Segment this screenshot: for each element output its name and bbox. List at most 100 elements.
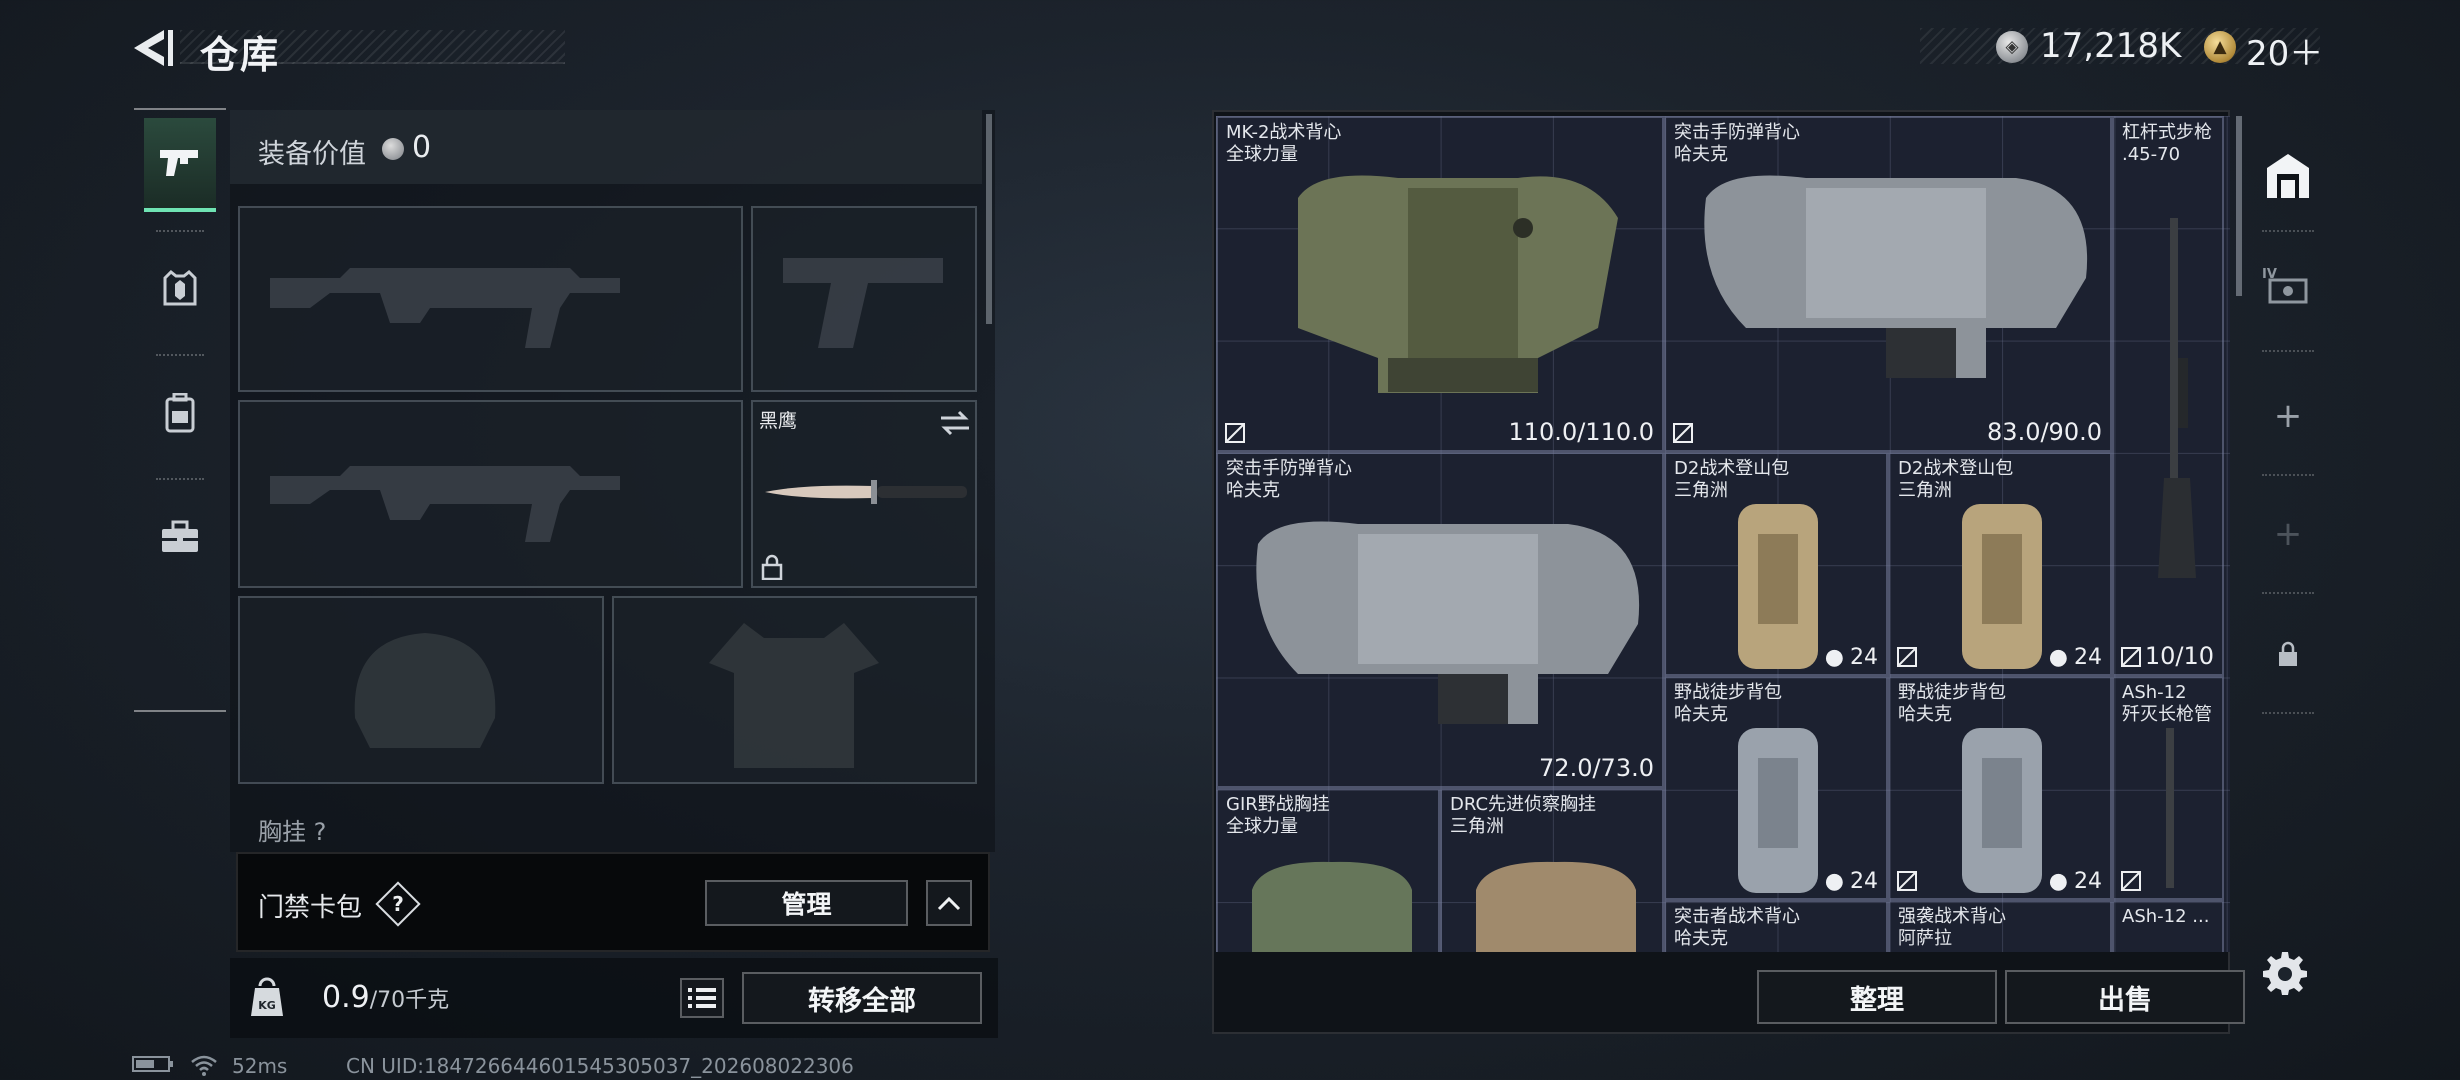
nav-toolbox-tab[interactable] <box>144 490 216 584</box>
item-name: 突击手防弹背心 哈夫克 <box>1226 458 1352 502</box>
pistol-icon <box>160 150 198 176</box>
svg-text:KG: KG <box>258 999 276 1012</box>
storage-item[interactable]: 突击手防弹背心 哈夫克 83.0/90.0 <box>1664 116 2112 452</box>
storage-item[interactable]: ASh-12 歼灭长枪管 <box>2112 676 2224 900</box>
helmet-silhouette-icon <box>354 633 496 748</box>
item-sub-line: 哈夫克 <box>1898 704 1952 725</box>
storage-item[interactable]: 杠杆式步枪 .45-70 10/10 <box>2112 116 2224 676</box>
item-sub-line: 三角洲 <box>1674 480 1728 501</box>
weight-current: 0.9 <box>322 980 370 1015</box>
armor-vest-icon <box>163 270 197 306</box>
storage-page-rail: IV + + <box>2254 116 2322 716</box>
backpack-icon <box>165 393 195 433</box>
item-sub-line: 哈夫克 <box>1226 480 1280 501</box>
storage-item[interactable]: D2战术登山包 三角洲 ● 24 <box>1664 452 1888 676</box>
locked-storage-tab[interactable] <box>2258 624 2318 684</box>
no-insurance-icon <box>1897 647 1917 667</box>
loadout-scrollbar[interactable] <box>986 114 992 324</box>
tactical-vest-image <box>1298 175 1618 393</box>
storage-item[interactable]: 突击者战术背心 哈夫克 <box>1664 900 1888 952</box>
gear-icon[interactable] <box>2262 950 2308 996</box>
transfer-all-button[interactable]: 转移全部 <box>742 972 982 1024</box>
manage-button[interactable]: 管理 <box>705 880 908 926</box>
kg-weight-icon: KG <box>250 976 284 1018</box>
swap-arrows-icon[interactable] <box>939 410 971 436</box>
primary-weapon-slot[interactable] <box>238 206 743 392</box>
storage-expansion-icon: IV <box>2262 267 2308 304</box>
item-durability: 83.0/90.0 <box>1987 418 2102 446</box>
chest-rig-section-title: 胸挂 ? <box>258 818 327 846</box>
item-ammo-count: 10/10 <box>2144 642 2214 670</box>
storage-item[interactable]: 强袭战术背心 阿萨拉 <box>1888 900 2112 952</box>
item-name-line: 野战徒步背包 <box>1898 682 2006 703</box>
item-sub-line: 全球力量 <box>1226 816 1298 837</box>
equipment-value-label: 装备价值 <box>258 139 366 170</box>
equipment-value: 0 <box>412 130 432 165</box>
item-name-line: GIR野战胸挂 <box>1226 794 1330 815</box>
capacity-value: 24 <box>2074 645 2102 670</box>
capacity-value: 24 <box>1850 645 1878 670</box>
expand-button[interactable] <box>926 880 972 926</box>
list-view-button[interactable] <box>680 978 724 1018</box>
item-name: ASh-12 ... <box>2122 906 2209 928</box>
item-sub-line: .45-70 <box>2122 144 2181 165</box>
armor-silhouette-icon <box>709 623 879 768</box>
no-insurance-icon <box>1225 423 1245 443</box>
sell-button[interactable]: 出售 <box>2005 970 2245 1024</box>
item-name-line: 杠杆式步枪 <box>2122 122 2212 143</box>
nav-weapons-tab[interactable] <box>144 118 216 212</box>
body-armor-slot[interactable] <box>612 596 977 784</box>
barrel-image <box>2166 728 2174 888</box>
item-sub-line: 歼灭长枪管 <box>2122 704 2212 725</box>
lever-rifle-image <box>2158 218 2196 578</box>
gold-coin-icon: ▲ <box>2204 31 2236 63</box>
storage-item[interactable]: MK-2战术背心 全球力量 110.0/110.0 <box>1216 116 1664 452</box>
storage-item[interactable]: DRC先进侦察胸挂 三角洲 <box>1440 788 1664 952</box>
melee-slot[interactable]: 黑鹰 <box>751 400 977 588</box>
secondary-weapon-slot[interactable] <box>238 400 743 588</box>
warehouse-icon <box>2267 154 2309 198</box>
gold-currency-amount[interactable]: 20＋ <box>2246 26 2323 75</box>
list-icon <box>688 988 716 1008</box>
item-name-line: DRC先进侦察胸挂 <box>1450 794 1597 815</box>
nav-backpack-tab[interactable] <box>144 366 216 460</box>
no-insurance-icon <box>1897 871 1917 891</box>
storage-item[interactable]: GIR野战胸挂 全球力量 <box>1216 788 1440 952</box>
item-sub-line: 三角洲 <box>1898 480 1952 501</box>
pistol-slot[interactable] <box>751 206 977 392</box>
page-title: 仓库 <box>200 33 281 77</box>
capacity-value: 24 <box>2074 869 2102 894</box>
item-name: DRC先进侦察胸挂 三角洲 <box>1450 794 1596 838</box>
sort-button[interactable]: 整理 <box>1757 970 1997 1024</box>
add-storage-tab-button-disabled[interactable]: + <box>2258 504 2318 564</box>
item-name: GIR野战胸挂 全球力量 <box>1226 794 1330 838</box>
user-uid: CN UID:184726644601545305037_20260802230… <box>346 1054 854 1078</box>
item-name: 强袭战术背心 阿萨拉 <box>1898 906 2006 950</box>
no-insurance-icon <box>2121 647 2141 667</box>
storage-item[interactable]: 野战徒步背包 哈夫克 ● 24 <box>1664 676 1888 900</box>
storage-scrollbar[interactable] <box>2236 116 2242 296</box>
nav-armor-tab[interactable] <box>144 242 216 336</box>
backpack-image <box>1962 504 2042 669</box>
item-name-line: MK-2战术背心 <box>1226 122 1342 143</box>
add-storage-tab-button[interactable]: + <box>2258 386 2318 446</box>
storage-item[interactable]: 突击手防弹背心 哈夫克 72.0/73.0 <box>1216 452 1664 788</box>
chevron-up-icon <box>937 896 961 911</box>
storage-item[interactable]: D2战术登山包 三角洲 ● 24 <box>1888 452 2112 676</box>
storage-tab-4[interactable]: IV <box>2258 256 2318 316</box>
storage-item[interactable]: ASh-12 ... <box>2112 900 2224 952</box>
back-arrow-icon[interactable] <box>128 26 178 70</box>
item-name-line: ASh-12 <box>2122 682 2187 703</box>
item-sub-line: 三角洲 <box>1450 816 1504 837</box>
item-sub-line: 阿萨拉 <box>1898 928 1952 949</box>
battery-icon <box>132 1054 174 1078</box>
access-card-label: 门禁卡包 <box>258 893 363 923</box>
rifle-silhouette-icon <box>270 466 620 542</box>
storage-item[interactable]: 野战徒步背包 哈夫克 ● 24 <box>1888 676 2112 900</box>
pistol-silhouette-icon <box>783 258 943 348</box>
storage-main-tab[interactable] <box>2258 146 2318 206</box>
wifi-icon <box>190 1054 218 1080</box>
capacity-icon: ● <box>2048 869 2068 894</box>
silver-coin-icon <box>382 138 404 160</box>
helmet-slot[interactable] <box>238 596 604 784</box>
